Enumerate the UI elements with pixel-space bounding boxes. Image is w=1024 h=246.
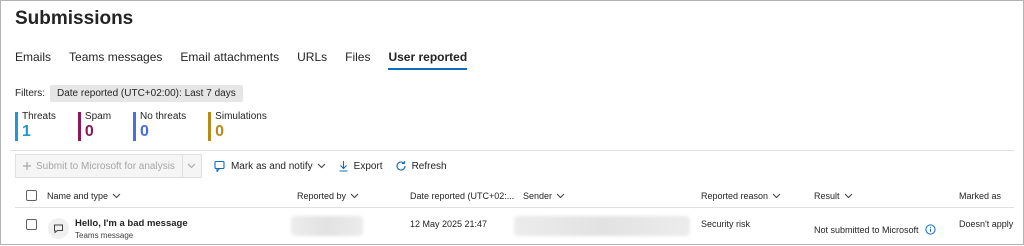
select-all-checkbox[interactable] bbox=[26, 190, 37, 201]
chevron-down-icon bbox=[350, 193, 359, 199]
stat-no-threats-label: No threats bbox=[140, 111, 187, 122]
date-filter-pill[interactable]: Date reported (UTC+02:00): Last 7 days bbox=[50, 85, 243, 102]
stat-spam-bar bbox=[77, 112, 81, 141]
column-name-and-type-label: Name and type bbox=[47, 190, 109, 201]
stat-threats[interactable]: Threats 1 bbox=[15, 111, 56, 141]
filters-label: Filters: bbox=[15, 88, 45, 99]
column-date-reported[interactable]: Date reported (UTC+02:... bbox=[410, 191, 514, 201]
chevron-down-icon bbox=[556, 193, 565, 199]
tab-emails[interactable]: Emails bbox=[15, 50, 51, 70]
column-reported-by[interactable]: Reported by bbox=[297, 191, 359, 201]
stat-no-threats-count: 0 bbox=[140, 123, 149, 140]
message-subject[interactable]: Hello, I'm a bad message bbox=[75, 218, 188, 229]
summary-stats: Threats 1 Spam 0 No threats 0 Simulation… bbox=[15, 111, 289, 141]
stat-simulations-bar bbox=[208, 112, 212, 141]
submit-to-microsoft-button[interactable]: Submit to Microsoft for analysis bbox=[16, 155, 183, 177]
mark-as-and-notify-button[interactable]: Mark as and notify bbox=[214, 160, 326, 172]
select-all-checkbox-cell bbox=[26, 190, 37, 201]
submit-label: Submit to Microsoft for analysis bbox=[36, 160, 175, 172]
tab-urls[interactable]: URLs bbox=[297, 50, 327, 70]
stat-threats-count: 1 bbox=[22, 123, 31, 140]
row-checkbox[interactable] bbox=[26, 219, 37, 230]
table-header: Name and type Reported by Date reported … bbox=[15, 184, 1014, 208]
mark-as-label: Mark as and notify bbox=[230, 160, 313, 172]
info-icon[interactable] bbox=[924, 224, 936, 235]
chevron-down-icon bbox=[317, 163, 326, 169]
message-type: Teams message bbox=[75, 231, 134, 240]
column-reported-by-label: Reported by bbox=[297, 190, 347, 201]
stat-threats-label: Threats bbox=[22, 111, 56, 122]
submit-split-button[interactable]: Submit to Microsoft for analysis bbox=[15, 154, 202, 178]
marked-as-cell: Doesn't apply bbox=[959, 219, 1014, 229]
date-reported-cell: 12 May 2025 21:47 bbox=[410, 219, 488, 229]
column-reported-reason-label: Reported reason bbox=[701, 190, 769, 201]
stat-no-threats[interactable]: No threats 0 bbox=[133, 111, 186, 141]
chat-message-icon bbox=[48, 218, 69, 239]
stat-spam[interactable]: Spam 0 bbox=[77, 111, 112, 141]
export-label: Export bbox=[353, 160, 383, 172]
reported-reason-cell: Security risk bbox=[701, 219, 751, 229]
reported-by-redacted bbox=[291, 216, 363, 236]
filters-bar: Filters: Date reported (UTC+02:00): Last… bbox=[15, 85, 243, 102]
chevron-down-icon bbox=[772, 193, 781, 199]
export-button[interactable]: Export bbox=[338, 160, 383, 172]
date-filter-key: Date reported (UTC+02:00): bbox=[57, 88, 185, 99]
tab-teams-messages[interactable]: Teams messages bbox=[69, 50, 162, 70]
chevron-down-icon bbox=[187, 163, 196, 169]
download-icon bbox=[338, 160, 349, 172]
stat-no-threats-bar bbox=[133, 112, 137, 141]
toolbar-divider bbox=[10, 150, 1014, 151]
date-filter-value: Last 7 days bbox=[184, 88, 236, 99]
tab-user-reported[interactable]: User reported bbox=[388, 50, 467, 70]
column-result[interactable]: Result bbox=[814, 191, 853, 201]
refresh-label: Refresh bbox=[411, 160, 447, 172]
row-checkbox-cell bbox=[26, 219, 37, 230]
tab-files[interactable]: Files bbox=[345, 50, 370, 70]
stat-simulations-count: 0 bbox=[215, 123, 225, 140]
stat-simulations[interactable]: Simulations 0 bbox=[208, 111, 267, 141]
result-cell: Not submitted to Microsoft bbox=[814, 224, 936, 235]
stat-spam-label: Spam bbox=[84, 111, 112, 122]
chevron-down-icon bbox=[844, 193, 853, 199]
plus-icon bbox=[22, 161, 32, 171]
stat-threats-bar bbox=[15, 112, 18, 141]
sender-redacted bbox=[514, 216, 690, 236]
refresh-icon bbox=[395, 160, 407, 172]
submissions-page: Submissions Emails Teams messages Email … bbox=[0, 0, 1024, 245]
flag-note-icon bbox=[214, 160, 226, 172]
chevron-down-icon bbox=[112, 193, 121, 199]
submit-dropdown-chevron[interactable] bbox=[183, 155, 201, 177]
stat-simulations-label: Simulations bbox=[215, 111, 267, 122]
column-marked-as[interactable]: Marked as bbox=[959, 191, 1001, 201]
result-text: Not submitted to Microsoft bbox=[814, 224, 919, 235]
tab-bar: Emails Teams messages Email attachments … bbox=[15, 50, 485, 70]
column-date-reported-label: Date reported (UTC+02:... bbox=[410, 190, 515, 201]
column-marked-as-label: Marked as bbox=[959, 190, 1002, 201]
column-sender[interactable]: Sender bbox=[523, 191, 565, 201]
command-toolbar: Submit to Microsoft for analysis Mark as… bbox=[15, 154, 447, 178]
name-and-type-cell: Hello, I'm a bad message Teams message bbox=[75, 218, 188, 240]
tab-email-attachments[interactable]: Email attachments bbox=[180, 50, 279, 70]
column-sender-label: Sender bbox=[523, 190, 553, 201]
page-title: Submissions bbox=[15, 8, 134, 29]
column-reported-reason[interactable]: Reported reason bbox=[701, 191, 781, 201]
column-result-label: Result bbox=[814, 190, 840, 201]
refresh-button[interactable]: Refresh bbox=[395, 160, 447, 172]
message-icon-cell bbox=[48, 218, 69, 239]
column-name-and-type[interactable]: Name and type bbox=[47, 191, 121, 201]
table-row[interactable]: Hello, I'm a bad message Teams message 1… bbox=[15, 213, 1014, 246]
stat-spam-count: 0 bbox=[84, 123, 94, 140]
